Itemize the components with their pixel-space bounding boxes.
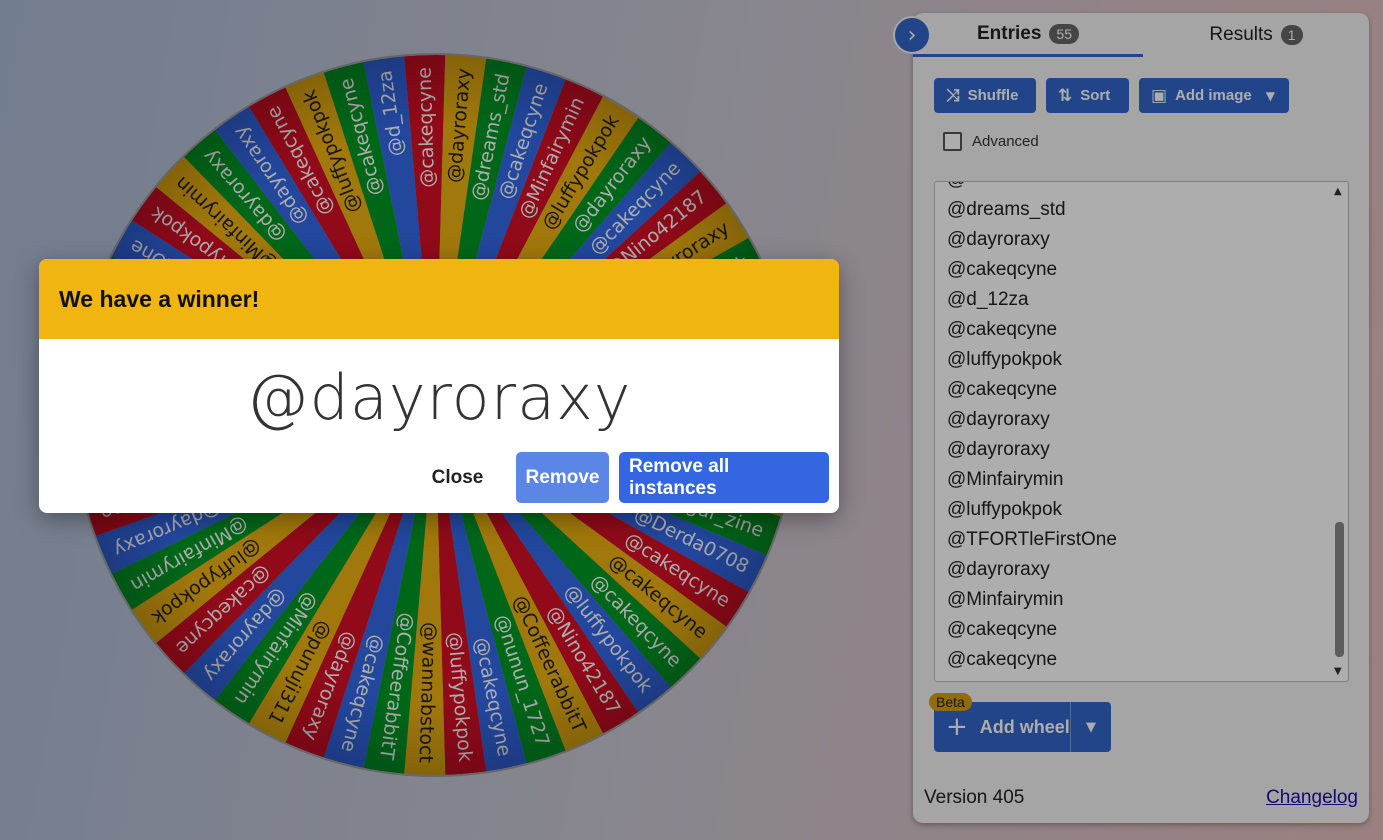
- remove-button[interactable]: Remove: [516, 452, 609, 503]
- winner-name: @dayroraxy: [246, 361, 632, 434]
- dialog-actions: Close Remove Remove all instances: [409, 452, 829, 503]
- dialog-header: We have a winner!: [39, 259, 839, 339]
- close-button[interactable]: Close: [409, 452, 506, 503]
- dialog-title: We have a winner!: [59, 285, 260, 312]
- winner-dialog: We have a winner! @dayroraxy Close Remov…: [39, 259, 839, 513]
- remove-all-instances-button[interactable]: Remove all instances: [619, 452, 829, 503]
